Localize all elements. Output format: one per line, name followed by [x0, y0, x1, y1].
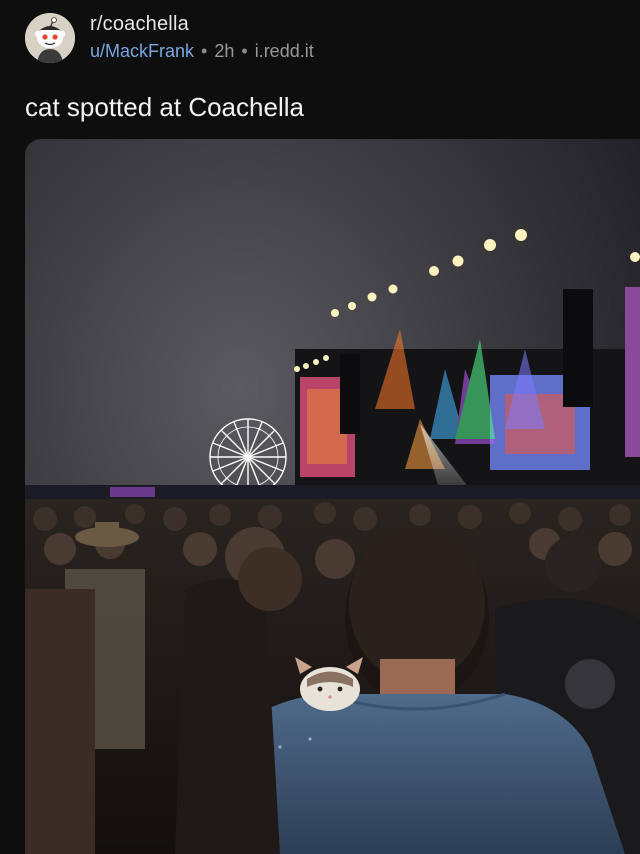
- post-image[interactable]: [25, 139, 640, 854]
- subreddit-name[interactable]: r/coachella: [90, 13, 189, 36]
- author-link[interactable]: u/MackFrank: [90, 41, 194, 61]
- concert-photo: [25, 139, 640, 854]
- reddit-snoo-avatar-icon[interactable]: [25, 13, 75, 63]
- meta-separator: •: [201, 41, 208, 61]
- meta-separator: •: [241, 41, 248, 61]
- post-domain[interactable]: i.redd.it: [255, 41, 314, 61]
- post-age: 2h: [214, 41, 235, 61]
- post-meta: u/MackFrank • 2h • i.redd.it: [90, 41, 314, 62]
- post-header: r/coachella u/MackFrank • 2h • i.redd.it: [0, 0, 640, 80]
- post-title[interactable]: cat spotted at Coachella: [25, 92, 304, 123]
